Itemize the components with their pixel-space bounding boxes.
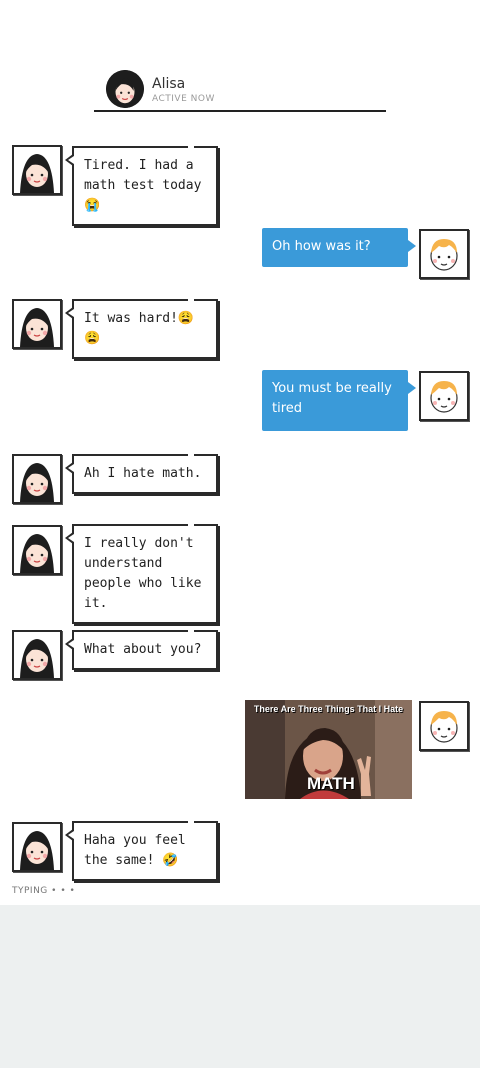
message-text: Oh how was it? — [272, 239, 371, 254]
bubble-tick — [188, 818, 194, 826]
incoming-message[interactable]: What about you? — [65, 627, 218, 670]
bubble-tick — [188, 296, 194, 304]
outgoing-message[interactable]: You must be really tired — [262, 370, 416, 431]
alisa-avatar[interactable] — [12, 525, 62, 575]
outgoing-message[interactable]: Oh how was it? — [262, 228, 416, 267]
girl-avatar-icon — [20, 463, 54, 502]
bubble-tick — [188, 143, 194, 151]
girl-avatar-icon — [20, 534, 54, 573]
chat-screen: Alisa ACTIVE NOW Tired. I had a math tes… — [0, 0, 480, 1068]
meme-caption-bottom: MATH — [307, 774, 355, 793]
alisa-avatar[interactable] — [12, 454, 62, 504]
boy-avatar-icon — [430, 239, 458, 271]
bubble-tick — [188, 627, 194, 635]
meme-image[interactable]: There Are Three Things That I Hate MATH — [245, 700, 412, 799]
alisa-avatar[interactable] — [12, 299, 62, 349]
contact-status: ACTIVE NOW — [152, 94, 215, 104]
message-text: What about you? — [84, 642, 202, 657]
contact-avatar[interactable] — [106, 70, 144, 108]
chat-header: Alisa ACTIVE NOW — [94, 66, 386, 114]
contact-name: Alisa — [152, 76, 186, 92]
girl-avatar-icon — [20, 308, 54, 347]
girl-avatar-icon — [20, 831, 54, 870]
my-avatar[interactable] — [419, 371, 469, 421]
incoming-message[interactable]: Haha you feel the same! 🤣 — [65, 818, 218, 881]
incoming-message[interactable]: Ah I hate math. — [65, 451, 218, 494]
boy-avatar-icon — [430, 381, 458, 413]
message-text: You must be really tired — [272, 381, 392, 416]
message-text: Ah I hate math. — [84, 466, 202, 481]
typing-indicator: TYPING • • • — [12, 886, 76, 896]
message-text: I really don't understand people who lik… — [84, 536, 202, 611]
alisa-avatar[interactable] — [12, 145, 62, 195]
girl-avatar-icon — [20, 639, 54, 678]
alisa-avatar[interactable] — [12, 630, 62, 680]
incoming-message[interactable]: It was hard!😩 😩 — [65, 296, 218, 359]
header-divider — [94, 110, 386, 112]
message-text: Tired. I had a math test today 😭 — [84, 158, 202, 213]
incoming-message[interactable]: Tired. I had a math test today 😭 — [65, 143, 218, 226]
girl-avatar-icon — [20, 154, 54, 193]
boy-avatar-icon — [430, 711, 458, 743]
bubble-tick — [188, 521, 194, 529]
bottom-pane — [0, 905, 480, 1068]
meme-caption-top: There Are Three Things That I Hate — [253, 704, 404, 714]
my-avatar[interactable] — [419, 229, 469, 279]
incoming-message[interactable]: I really don't understand people who lik… — [65, 521, 218, 624]
message-text: Haha you feel the same! 🤣 — [84, 833, 186, 868]
my-avatar[interactable] — [419, 701, 469, 751]
message-text: It was hard!😩 😩 — [84, 311, 195, 346]
girl-avatar-icon — [106, 70, 144, 108]
alisa-avatar[interactable] — [12, 822, 62, 872]
bubble-tick — [188, 451, 194, 459]
